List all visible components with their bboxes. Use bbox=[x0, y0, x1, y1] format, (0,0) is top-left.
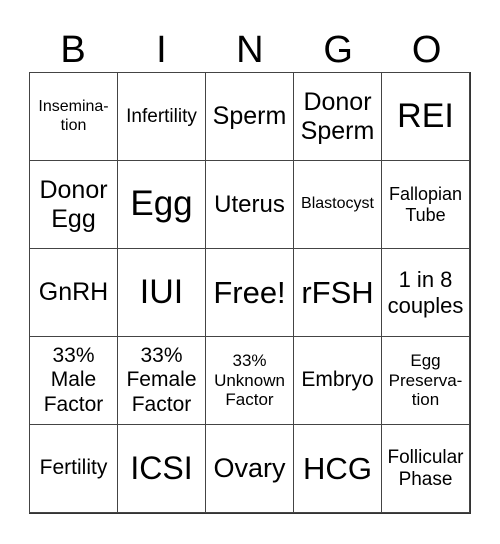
bingo-cell[interactable]: REI bbox=[381, 72, 470, 161]
bingo-cell[interactable]: Embryo bbox=[293, 336, 382, 425]
bingo-cell[interactable]: IUI bbox=[117, 248, 206, 337]
bingo-cell[interactable]: Follicular Phase bbox=[381, 424, 470, 513]
bingo-cell[interactable]: 33% Unknown Factor bbox=[205, 336, 294, 425]
header-letter-o: O bbox=[411, 29, 442, 71]
bingo-cell[interactable]: 33% Female Factor bbox=[117, 336, 206, 425]
bingo-cell[interactable]: Blastocyst bbox=[293, 160, 382, 249]
bingo-grid: Insemina- tion Infertility Sperm Donor Sper… bbox=[29, 72, 471, 514]
bingo-cell[interactable]: 1 in 8 couples bbox=[381, 248, 470, 337]
bingo-cell[interactable]: Sperm bbox=[205, 72, 294, 161]
bingo-cell[interactable]: Donor Egg bbox=[29, 160, 118, 249]
bingo-cell[interactable]: 33% Male Factor bbox=[29, 336, 118, 425]
bingo-cell[interactable]: Free! bbox=[205, 248, 294, 337]
bingo-cell[interactable]: GnRH bbox=[29, 248, 118, 337]
bingo-cell[interactable]: Egg Preserva- tion bbox=[381, 336, 470, 425]
header-letter-g: G bbox=[323, 29, 353, 71]
bingo-cell[interactable]: Uterus bbox=[205, 160, 294, 249]
bingo-cell[interactable]: Ovary bbox=[205, 424, 294, 513]
bingo-cell[interactable]: ICSI bbox=[117, 424, 206, 513]
header-letter-i: I bbox=[156, 29, 167, 71]
bingo-cell[interactable]: Insemina- tion bbox=[29, 72, 118, 161]
header-letter-b: B bbox=[60, 29, 86, 71]
bingo-cell[interactable]: rFSH bbox=[293, 248, 382, 337]
bingo-cell[interactable]: Egg bbox=[117, 160, 206, 249]
header-letter-n: N bbox=[236, 29, 264, 71]
bingo-cell[interactable]: Infertility bbox=[117, 72, 206, 161]
bingo-cell[interactable]: HCG bbox=[293, 424, 382, 513]
bingo-cell[interactable]: Donor Sperm bbox=[293, 72, 382, 161]
bingo-cell[interactable]: Fertility bbox=[29, 424, 118, 513]
bingo-cell[interactable]: Fallopian Tube bbox=[381, 160, 470, 249]
